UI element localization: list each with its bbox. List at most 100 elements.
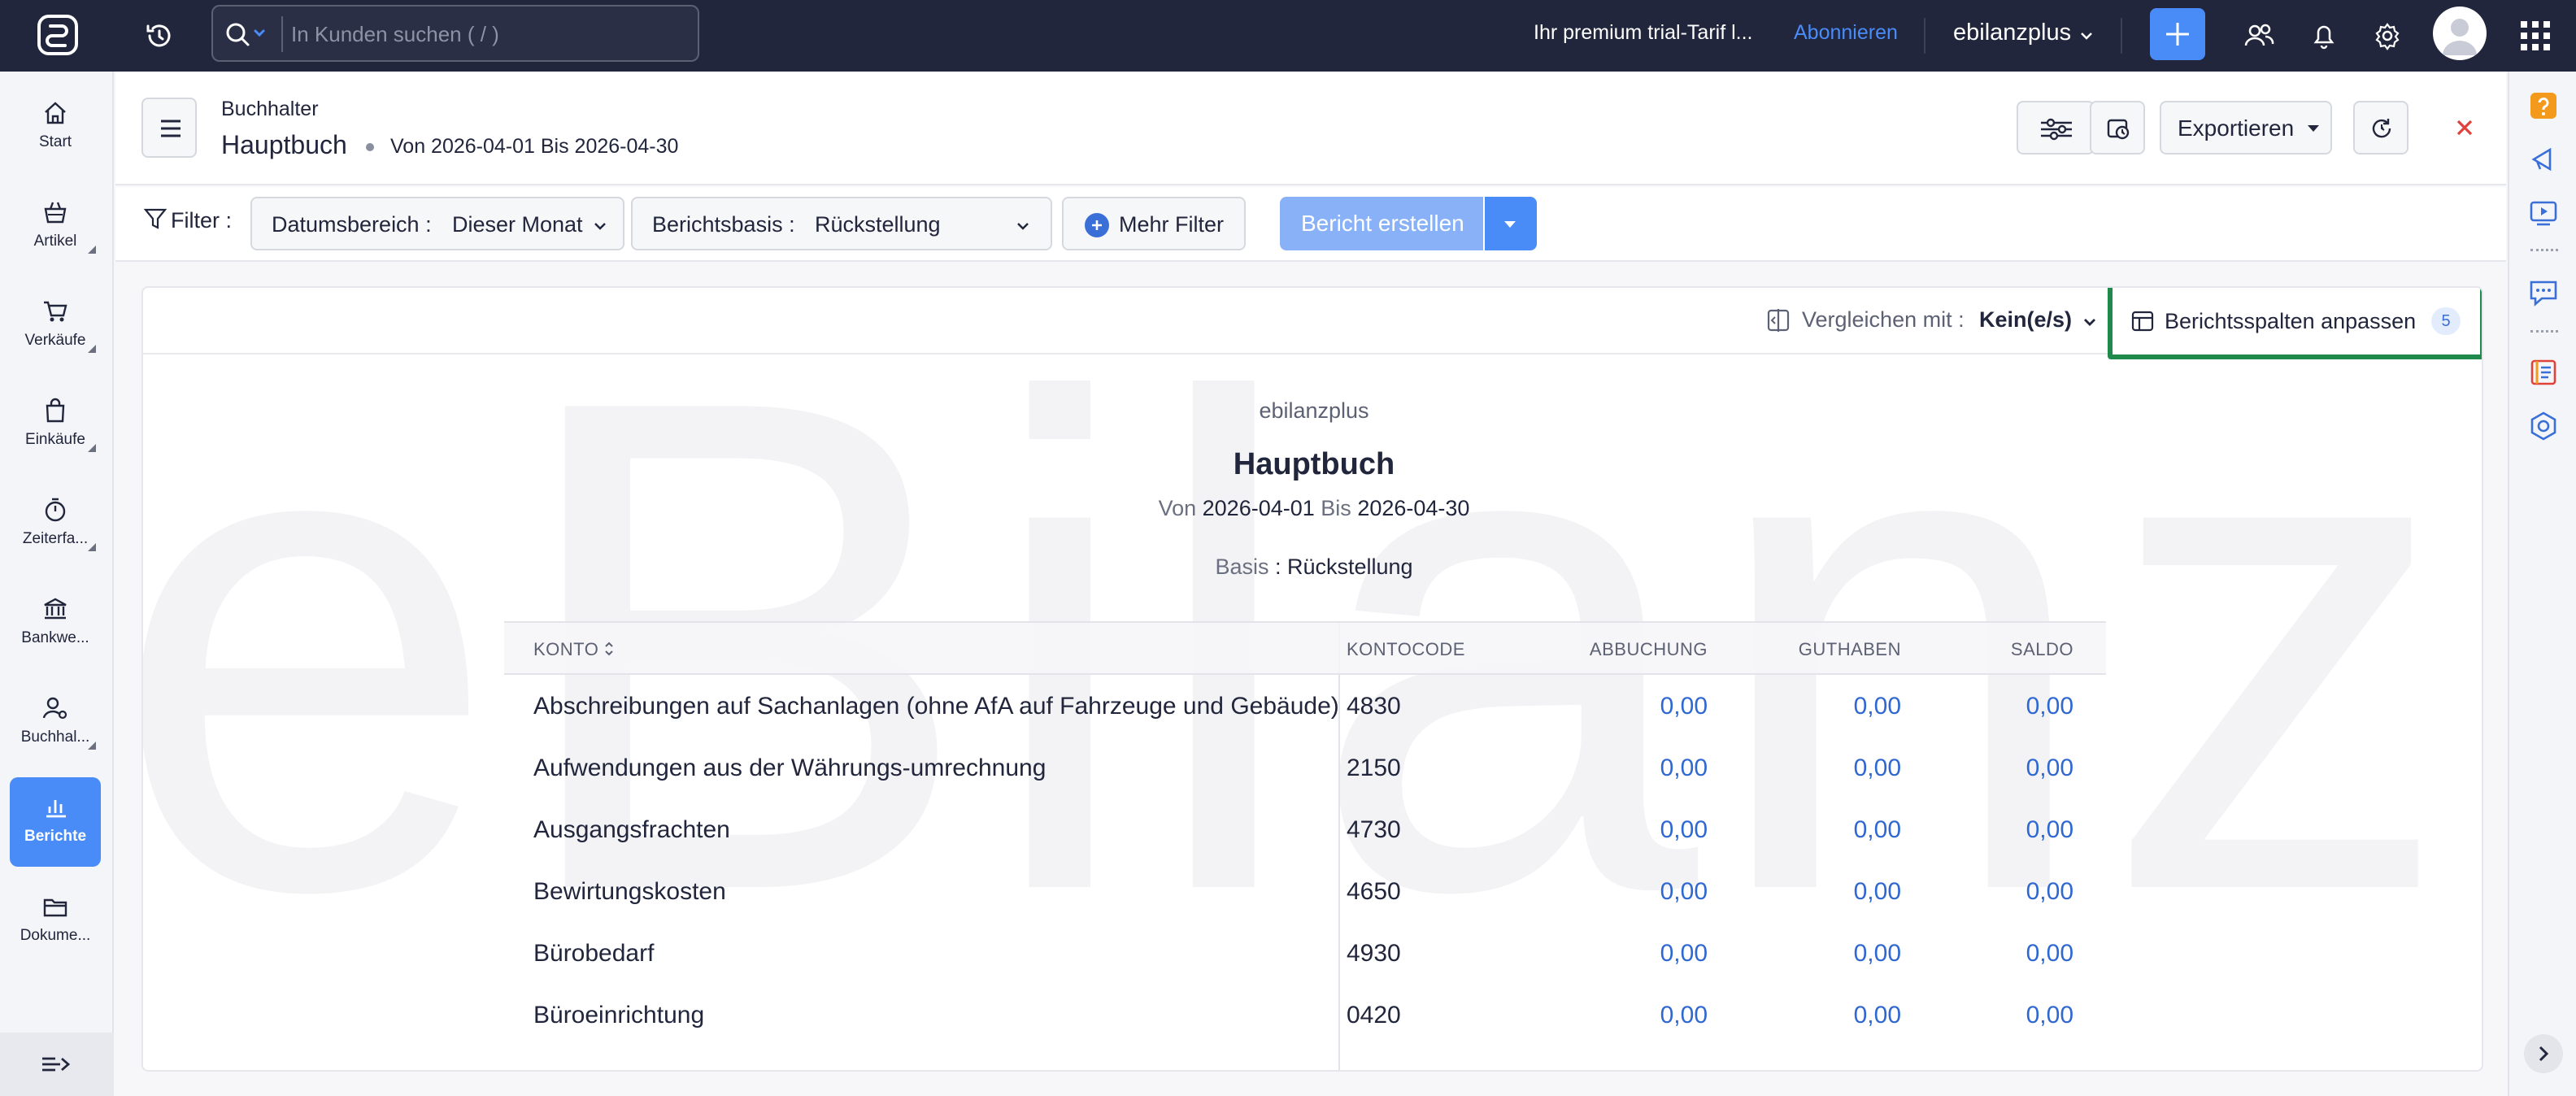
- search-box[interactable]: [211, 5, 699, 62]
- period-from: 2026-04-01: [1202, 496, 1315, 520]
- report-settings-button[interactable]: [2017, 101, 2095, 154]
- customize-columns-label: Berichtsspalten anpassen: [2165, 309, 2417, 333]
- separator-dot: [366, 143, 374, 151]
- cell-saldo[interactable]: 0,00: [2026, 693, 2073, 720]
- sidebar-item-bankwesen[interactable]: Bankwe...: [10, 579, 101, 668]
- sidebar-item-verkaeufe[interactable]: Verkäufe: [10, 281, 101, 371]
- cell-kontocode: 4650: [1347, 878, 1401, 905]
- cell-kontocode: 4930: [1347, 940, 1401, 967]
- cell-saldo[interactable]: 0,00: [2026, 940, 2073, 968]
- report-basis-dropdown[interactable]: Berichtsbasis : Rückstellung: [631, 197, 1052, 250]
- avatar[interactable]: [2433, 7, 2487, 60]
- trial-notice[interactable]: Ihr premium trial-Tarif l...: [1534, 21, 1752, 45]
- bar-chart-icon: [46, 800, 66, 818]
- column-header-konto[interactable]: KONTO: [533, 639, 598, 660]
- app-logo-icon[interactable]: [36, 13, 80, 57]
- cell-abbuchung[interactable]: 0,00: [1660, 1002, 1708, 1029]
- close-icon[interactable]: [2451, 114, 2478, 141]
- cell-abbuchung[interactable]: 0,00: [1660, 816, 1708, 844]
- page-title: Hauptbuch: [221, 130, 347, 159]
- create-report-options-button[interactable]: [1485, 197, 1537, 250]
- chat-icon[interactable]: [2527, 276, 2560, 309]
- recent-history-icon[interactable]: [141, 18, 177, 54]
- chevron-right-icon: [2539, 1046, 2549, 1062]
- cell-saldo[interactable]: 0,00: [2026, 878, 2073, 906]
- right-rail: [2508, 72, 2576, 1096]
- table-row[interactable]: Büroeinrichtung 0420 0,00 0,00 0,00: [504, 984, 2106, 1046]
- cell-saldo[interactable]: 0,00: [2026, 1002, 2073, 1029]
- table-layout-icon: [2130, 309, 2155, 333]
- sidebar-item-zeiterfassung[interactable]: Zeiterfa...: [10, 480, 101, 569]
- table-row[interactable]: Aufwendungen aus der Währungs-umrechnung…: [504, 737, 2106, 798]
- cell-abbuchung[interactable]: 0,00: [1660, 878, 1708, 906]
- sidebar-item-einkaeufe[interactable]: Einkäufe: [10, 381, 101, 470]
- subscribe-link[interactable]: Abonnieren: [1794, 21, 1898, 45]
- table-row[interactable]: Ausgangsfrachten 4730 0,00 0,00 0,00: [504, 798, 2106, 860]
- accountant-icon: [42, 697, 67, 720]
- cell-guthaben[interactable]: 0,00: [1854, 1002, 1901, 1029]
- organization-switcher[interactable]: ebilanzplus: [1953, 20, 2071, 46]
- more-filter-button[interactable]: Mehr Filter: [1062, 197, 1246, 250]
- customize-columns-button[interactable]: Berichtsspalten anpassen 5: [2108, 288, 2482, 359]
- cell-guthaben[interactable]: 0,00: [1854, 878, 1901, 906]
- expand-rail-button[interactable]: [2524, 1034, 2563, 1073]
- video-tutorial-icon[interactable]: [2527, 197, 2560, 229]
- chevron-down-icon[interactable]: [2078, 28, 2095, 44]
- compare-dropdown[interactable]: Kein(e/s): [1979, 307, 2072, 333]
- table-row[interactable]: Bürobedarf 4930 0,00 0,00 0,00: [504, 922, 2106, 984]
- help-icon[interactable]: [2527, 89, 2560, 122]
- report-basis-label: Berichtsbasis :: [652, 212, 795, 237]
- bank-icon: [44, 598, 67, 620]
- refresh-button[interactable]: [2353, 101, 2408, 154]
- chevron-down-icon[interactable]: [2082, 314, 2098, 330]
- users-icon[interactable]: [2241, 18, 2277, 54]
- cell-saldo[interactable]: 0,00: [2026, 755, 2073, 782]
- export-button[interactable]: Exportieren: [2160, 101, 2332, 154]
- cell-saldo[interactable]: 0,00: [2026, 816, 2073, 844]
- date-range-dropdown[interactable]: Datumsbereich : Dieser Monat: [250, 197, 624, 250]
- cell-abbuchung[interactable]: 0,00: [1660, 693, 1708, 720]
- cell-guthaben[interactable]: 0,00: [1854, 816, 1901, 844]
- report-card: eBilanz+ Vergleichen mit : Kein(e/s) Ber…: [141, 286, 2483, 1072]
- cell-konto[interactable]: Abschreibungen auf Sachanlagen (ohne AfA…: [533, 693, 1339, 720]
- cell-konto[interactable]: Bürobedarf: [533, 940, 654, 968]
- cell-abbuchung[interactable]: 0,00: [1660, 940, 1708, 968]
- sidebar-item-artikel[interactable]: Artikel: [10, 182, 101, 272]
- sliders-icon: [2041, 118, 2072, 141]
- cell-konto[interactable]: Ausgangsfrachten: [533, 816, 730, 844]
- integrations-icon[interactable]: [2527, 410, 2560, 442]
- create-report-button[interactable]: Bericht erstellen: [1280, 197, 1483, 250]
- cell-guthaben[interactable]: 0,00: [1854, 940, 1901, 968]
- cell-konto[interactable]: Bewirtungskosten: [533, 878, 726, 906]
- hamburger-icon: [161, 120, 181, 137]
- separator: [2530, 249, 2558, 252]
- search-icon[interactable]: [224, 21, 270, 49]
- cell-abbuchung[interactable]: 0,00: [1660, 755, 1708, 782]
- schedule-report-button[interactable]: [2090, 101, 2145, 154]
- notebook-icon[interactable]: [2527, 356, 2560, 389]
- app-grid-icon[interactable]: [2519, 20, 2552, 52]
- search-input[interactable]: [291, 16, 681, 52]
- quick-create-button[interactable]: [2150, 8, 2205, 60]
- basis-label: Basis: [1215, 555, 1269, 579]
- bell-icon[interactable]: [2306, 18, 2342, 54]
- sort-icon[interactable]: [603, 639, 615, 659]
- cell-guthaben[interactable]: 0,00: [1854, 693, 1901, 720]
- report-basis-value: Rückstellung: [815, 212, 941, 237]
- announcement-icon[interactable]: [2527, 143, 2560, 176]
- cell-konto[interactable]: Büroeinrichtung: [533, 1002, 704, 1029]
- sidebar-item-berichte[interactable]: Berichte: [10, 777, 101, 867]
- cell-konto[interactable]: Aufwendungen aus der Währungs-umrechnung: [533, 755, 1046, 782]
- page-header: Buchhalter Hauptbuch Von 2026-04-01 Bis …: [115, 72, 2506, 185]
- sidebar-item-dokumente[interactable]: Dokume...: [10, 876, 101, 966]
- basis-value: Rückstellung: [1286, 555, 1413, 579]
- column-header-abbuchung: ABBUCHUNG: [1589, 639, 1708, 659]
- menu-toggle-button[interactable]: [141, 98, 197, 158]
- cell-guthaben[interactable]: 0,00: [1854, 755, 1901, 782]
- gear-icon[interactable]: [2369, 18, 2405, 54]
- table-row[interactable]: Abschreibungen auf Sachanlagen (ohne AfA…: [504, 675, 2106, 737]
- sidebar-item-start[interactable]: Start: [10, 83, 101, 172]
- sidebar-item-buchhalter[interactable]: Buchhal...: [10, 678, 101, 768]
- table-row[interactable]: Bewirtungskosten 4650 0,00 0,00 0,00: [504, 860, 2106, 922]
- sidebar-collapse-button[interactable]: [0, 1033, 114, 1096]
